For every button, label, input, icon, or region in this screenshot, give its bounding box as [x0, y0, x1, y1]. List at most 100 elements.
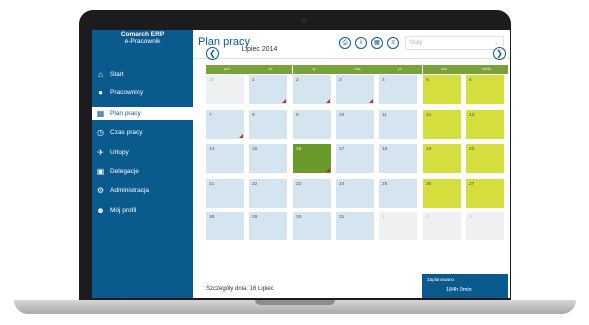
day-number: 21 [209, 182, 215, 187]
sidebar-item-label: Czas pracy [110, 129, 143, 136]
calendar-day-cell[interactable]: 30 [206, 75, 244, 104]
calendar-day-cell[interactable]: 3 [336, 75, 374, 104]
calendar-day-cell[interactable]: 25 [379, 179, 417, 208]
day-number: 11 [382, 113, 387, 118]
plan-marker-icon [369, 99, 373, 103]
sidebar-item-label: Start [110, 71, 124, 78]
calendar-day-cell[interactable]: 29 [249, 212, 287, 240]
day-number: 30 [209, 78, 215, 83]
day-number: 14 [209, 147, 215, 152]
day-number: 9 [296, 113, 299, 118]
sidebar-item-label: Delegacje [110, 168, 139, 175]
calendar-day-cell[interactable]: 4 [379, 75, 417, 104]
plane-icon: ✈ [97, 148, 104, 157]
day-number: 22 [252, 182, 258, 187]
calendar-day-cell[interactable]: 8 [249, 110, 287, 139]
calendar-day-cell[interactable]: 9 [293, 110, 331, 139]
weekday-header: czw. [336, 65, 379, 74]
plan-marker-icon [239, 134, 243, 138]
day-number: 3 [469, 215, 472, 220]
sidebar-item-label: Mój profil [110, 207, 137, 214]
calendar-day-cell[interactable]: 22 [249, 179, 287, 208]
day-number: 1 [252, 78, 255, 83]
day-details-label: Szczegóły dnia: 16 Lipiec [206, 286, 274, 292]
laptop-notch [255, 300, 335, 305]
day-number: 2 [296, 78, 299, 83]
day-number: 13 [469, 113, 475, 118]
day-number: 1 [382, 215, 385, 220]
calendar-day-cell[interactable]: 2 [423, 212, 461, 240]
sidebar-item-label: Urlopy [110, 149, 129, 156]
sidebar: Comarch ERP e-Pracownik ⌂ Start ● Pracow… [92, 30, 193, 298]
calendar-day-cell[interactable]: 13 [466, 110, 504, 139]
weekday-header: pt. [379, 65, 422, 74]
calendar-day-cell[interactable]: 30 [293, 212, 331, 240]
day-number: 26 [426, 182, 432, 187]
users-icon: ● [98, 88, 103, 97]
calendar-day-cell[interactable]: 6 [466, 75, 504, 104]
schedule-select[interactable]: Stały ⌄ [405, 36, 504, 50]
calendar-day-cell[interactable]: 7 [206, 110, 244, 139]
calendar-day-cell[interactable]: 14 [206, 144, 244, 173]
calendar-day-cell[interactable]: 11 [379, 110, 417, 139]
calendar-day-cell[interactable]: 24 [336, 179, 374, 208]
calendar-day-cell[interactable]: 1 [249, 75, 287, 104]
day-number: 30 [296, 215, 302, 220]
calendar-day-cell[interactable]: 5 [423, 75, 461, 104]
summary-value: 184h 0min [446, 287, 472, 293]
summary-label: Zaplanowano [427, 277, 455, 282]
calendar-day-cell[interactable]: 17 [336, 144, 374, 173]
calendar-day-cell[interactable]: 31 [336, 212, 374, 240]
briefcase-icon: ▣ [96, 167, 105, 176]
camera-dot [302, 19, 306, 23]
sidebar-item-moj-profil[interactable]: ☻ Mój profil [92, 204, 193, 217]
sidebar-item-label: Plan pracy [110, 110, 141, 117]
day-number: 28 [209, 215, 215, 220]
calendar-day-cell[interactable]: 16 [293, 144, 331, 173]
day-number: 19 [426, 147, 432, 152]
month-title: Lipiec 2014 [241, 46, 278, 53]
day-number: 31 [339, 215, 345, 220]
sidebar-item-czas-pracy[interactable]: ◷ Czas pracy [92, 126, 193, 139]
day-number: 7 [209, 113, 212, 118]
calendar-icon: ▦ [96, 109, 105, 118]
weekday-header: śr. [293, 65, 336, 74]
sidebar-item-pracownicy[interactable]: ● Pracownicy [92, 86, 193, 99]
clock-icon: ◷ [97, 128, 104, 137]
calendar-day-cell[interactable]: 23 [293, 179, 331, 208]
day-number: 15 [252, 147, 258, 152]
calendar-day-cell[interactable]: 1 [379, 212, 417, 240]
calendar-day-cell[interactable]: 12 [423, 110, 461, 139]
day-number: 16 [296, 147, 302, 152]
calendar-day-cell[interactable]: 27 [466, 179, 504, 208]
plan-marker-icon [326, 168, 330, 172]
calendar-day-cell[interactable]: 20 [466, 144, 504, 173]
home-icon: ⌂ [98, 70, 103, 79]
plan-marker-icon [326, 99, 330, 103]
day-number: 27 [469, 182, 475, 187]
calendar-day-cell[interactable]: 2 [293, 75, 331, 104]
sidebar-item-start[interactable]: ⌂ Start [92, 68, 193, 81]
weekday-header: wt. [249, 65, 292, 74]
calendar-day-cell[interactable]: 28 [206, 212, 244, 240]
weekday-header: pon. [206, 65, 249, 74]
sidebar-item-urlopy[interactable]: ✈ Urlopy [92, 146, 193, 159]
calendar-day-cell[interactable]: 26 [423, 179, 461, 208]
calendar-day-cell[interactable]: 21 [206, 179, 244, 208]
calendar-day-cell[interactable]: 18 [379, 144, 417, 173]
sidebar-item-label: Pracownicy [110, 89, 144, 96]
sidebar-item-administracja[interactable]: ⚙ Administracja [92, 184, 193, 197]
calendar-day-cell[interactable]: 3 [466, 212, 504, 240]
next-month-button[interactable]: ❯ [493, 47, 506, 60]
calendar-day-cell[interactable]: 10 [336, 110, 374, 139]
gear-icon: ⚙ [96, 186, 105, 195]
day-number: 23 [296, 182, 302, 187]
day-number: 6 [469, 78, 472, 83]
top-bar: Plan pracy ⎙ ⇩ ▦ ≡ Stały ⌄ [193, 30, 510, 59]
calendar-day-cell[interactable]: 15 [249, 144, 287, 173]
day-number: 17 [339, 147, 345, 152]
day-number: 10 [339, 113, 345, 118]
sidebar-item-delegacje[interactable]: ▣ Delegacje [92, 165, 193, 178]
sidebar-item-plan-pracy[interactable]: ▦ Plan pracy [92, 107, 193, 120]
calendar-day-cell[interactable]: 19 [423, 144, 461, 173]
